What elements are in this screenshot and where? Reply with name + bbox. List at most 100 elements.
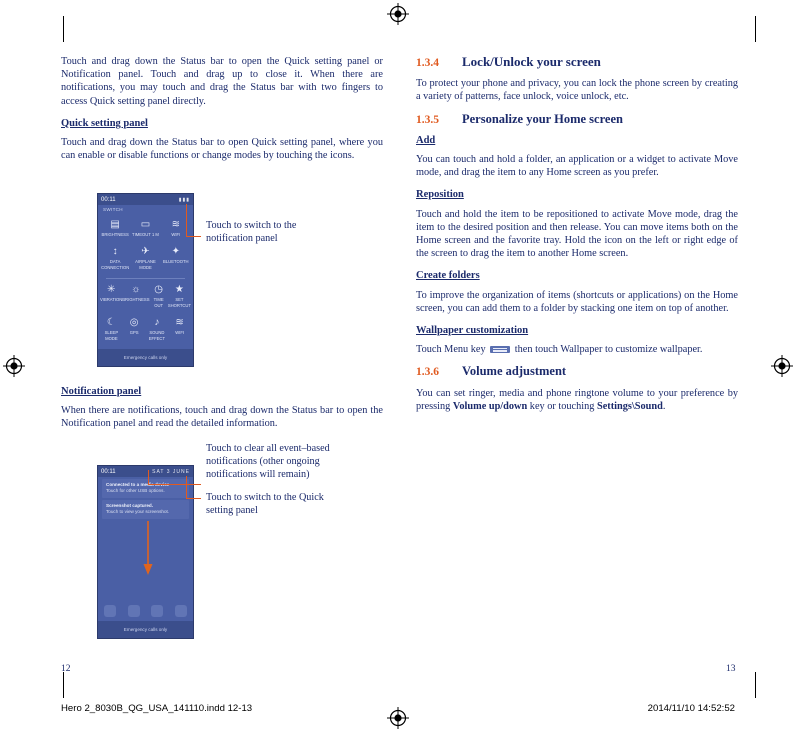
section-number: 1.3.4 <box>416 57 439 69</box>
notification-item[interactable]: Connected to a media device Touch for ot… <box>102 479 189 498</box>
quick-setting-tile[interactable]: ▤ BRIGHTNESS <box>100 218 130 238</box>
callout-text: Touch to switch to the notification pane… <box>206 220 297 244</box>
sound-effect-icon: ♪ <box>154 317 160 328</box>
tile-label: TIME OUT <box>153 297 164 308</box>
quick-setting-tile[interactable]: ☾ SLEEP MODE <box>100 316 123 342</box>
quick-setting-tile[interactable]: ★ SET SHORTCUT <box>168 283 191 309</box>
callout-leader-line-clear-horizontal <box>148 484 201 485</box>
quick-setting-tile[interactable]: ◷ TIME OUT <box>150 283 168 309</box>
reposition-heading: Reposition <box>416 189 464 201</box>
vibration-icon: ✳ <box>106 284 116 295</box>
section-134-body: To protect your phone and privacy, you c… <box>416 78 738 103</box>
tile-label: GPS <box>129 330 139 335</box>
status-time: 00:11 <box>101 468 116 475</box>
add-paragraph: You can touch and hold a folder, an appl… <box>416 154 738 179</box>
quick-setting-section-label: SWITCH <box>103 207 123 212</box>
callout-leader-line-switch-vertical <box>186 476 187 498</box>
add-heading: Add <box>416 134 436 146</box>
callout-switch-notification: Touch to switch to the notification pane… <box>206 219 326 245</box>
tile-label: TIMEOUT 1 M <box>132 232 159 237</box>
quick-setting-divider <box>106 278 185 279</box>
wallpaper-text-after: then touch Wallpaper to customize wallpa… <box>514 344 703 356</box>
tile-label: BRIGHTNESS <box>101 232 129 237</box>
drag-down-arrow-icon <box>143 521 153 580</box>
create-folders-heading: Create folders <box>416 270 480 282</box>
tile-label: VIBRATION <box>100 297 123 302</box>
section-heading-134: 1.3.4 Lock/Unlock your screen <box>416 55 738 70</box>
quick-setting-tile[interactable]: ↕ DATA CONNECTION <box>100 245 130 271</box>
volume-text-2: key or touching <box>527 400 597 412</box>
dock-icon[interactable] <box>127 605 140 617</box>
dock-icon[interactable] <box>175 605 188 617</box>
quick-setting-tile[interactable]: ◎ GPS <box>123 316 146 342</box>
tile-label: BRIGHTNESS <box>122 297 150 302</box>
imprint-filename: Hero 2_8030B_QG_USA_141110.indd 12-13 <box>61 703 253 714</box>
section-title: Volume adjustment <box>462 364 567 379</box>
callout-text: Touch to switch to the Quick setting pan… <box>206 492 324 516</box>
phone-status-bar: 00:11 SAT 3 JUNE <box>98 466 193 477</box>
page: Touch and drag down the Status bar to op… <box>0 0 796 738</box>
callout-text: Touch to clear all event–based notificat… <box>206 443 330 480</box>
quick-setting-tile[interactable]: ♪ SOUND EFFECT <box>146 316 169 342</box>
wallpaper-customization-heading: Wallpaper customization <box>416 325 529 337</box>
right-column: 1.3.4 Lock/Unlock your screen To protect… <box>416 55 738 422</box>
quick-setting-phone-figure: 00:11 ▮▮▮ SWITCH ▤ BRIGHTNESS ▭ TIMEOUT … <box>97 193 194 367</box>
registration-mark-bottom <box>387 707 409 729</box>
status-time: 00:11 <box>101 196 116 203</box>
dock-icon[interactable] <box>151 605 164 617</box>
tile-label: SOUND EFFECT <box>148 330 166 341</box>
quick-setting-tile[interactable]: ▭ TIMEOUT 1 M <box>130 218 160 238</box>
quick-setting-paragraph: Touch and drag down the Status bar to op… <box>61 137 383 162</box>
section-heading-135: 1.3.5 Personalize your Home screen <box>416 112 738 127</box>
status-icons: ▮▮▮ <box>178 196 190 203</box>
imprint-timestamp: 2014/11/10 14:52:52 <box>647 703 735 714</box>
crop-mark-top-right <box>755 16 756 42</box>
quick-setting-tile[interactable]: ✦ BLUETOOTH <box>161 245 191 271</box>
volume-bold-2: Settings\Sound <box>597 400 663 412</box>
reposition-paragraph: Touch and hold the item to be reposition… <box>416 208 738 260</box>
section-number: 1.3.5 <box>416 113 439 126</box>
notification-panel-heading: Notification panel <box>61 386 142 397</box>
callout-leader-line-switch-horizontal <box>186 498 201 499</box>
crop-mark-bottom-right <box>755 672 756 698</box>
tile-label: DATA CONNECTION <box>101 259 130 270</box>
section-title: Lock/Unlock your screen <box>462 54 601 69</box>
status-date: SAT 3 JUNE <box>152 468 190 475</box>
wifi-icon: ≋ <box>175 317 184 328</box>
create-folders-paragraph: To improve the organization of items (sh… <box>416 289 738 314</box>
quick-setting-tile[interactable]: ≋ WIFI <box>168 316 191 342</box>
quick-setting-panel-heading: Quick setting panel <box>61 117 148 129</box>
wallpaper-text-before: Touch Menu key <box>416 344 486 356</box>
quick-setting-row: ▤ BRIGHTNESS ▭ TIMEOUT 1 M ≋ WIFI <box>100 218 191 238</box>
quick-setting-row: ☾ SLEEP MODE ◎ GPS ♪ SOUND EFFECT ≋ WIFI <box>100 316 191 342</box>
quick-setting-tile[interactable]: ✈ AIRPLANE MODE <box>130 245 160 271</box>
brightness-icon: ▤ <box>110 219 120 230</box>
wallpaper-paragraph: Touch Menu key then touch Wallpaper to c… <box>416 343 738 356</box>
volume-paragraph: You can set ringer, media and phone ring… <box>416 387 738 413</box>
notification-item[interactable]: Screenshot captured. Touch to view your … <box>102 499 189 519</box>
dock-icon[interactable] <box>103 605 116 617</box>
gps-icon: ◎ <box>129 317 139 328</box>
crop-mark-top-left <box>63 16 64 42</box>
emergency-calls-bar: Emergency calls only <box>98 349 193 366</box>
notification-subtitle: Touch for other USB options. <box>106 488 165 494</box>
bluetooth-icon: ✦ <box>171 246 180 257</box>
callout-switch-quick-setting: Touch to switch to the Quick setting pan… <box>206 491 336 517</box>
quick-setting-tile[interactable]: ☼ BRIGHTNESS <box>122 283 149 309</box>
registration-mark-top <box>387 3 409 25</box>
volume-text-3: . <box>662 400 666 412</box>
brightness-icon: ☼ <box>131 284 141 295</box>
left-column: Touch and drag down the Status bar to op… <box>61 55 383 171</box>
notification-paragraph: When there are notifications, touch and … <box>61 405 383 430</box>
section-number: 1.3.6 <box>416 366 439 379</box>
left-column-lower: Notification panel When there are notifi… <box>61 385 383 440</box>
quick-setting-row: ↕ DATA CONNECTION ✈ AIRPLANE MODE ✦ BLUE… <box>100 245 191 271</box>
airplane-mode-icon: ✈ <box>141 246 150 257</box>
notification-phone-figure: 00:11 SAT 3 JUNE Connected to a media de… <box>97 465 194 639</box>
quick-setting-row: ✳ VIBRATION ☼ BRIGHTNESS ◷ TIME OUT ★ SE… <box>100 283 191 309</box>
tile-label: SET SHORTCUT <box>167 297 191 308</box>
quick-setting-tile[interactable]: ✳ VIBRATION <box>100 283 122 309</box>
crop-mark-bottom-left <box>63 672 64 698</box>
callout-clear-notifications: Touch to clear all event–based notificat… <box>206 442 366 481</box>
timeout-icon: ▭ <box>140 219 151 230</box>
